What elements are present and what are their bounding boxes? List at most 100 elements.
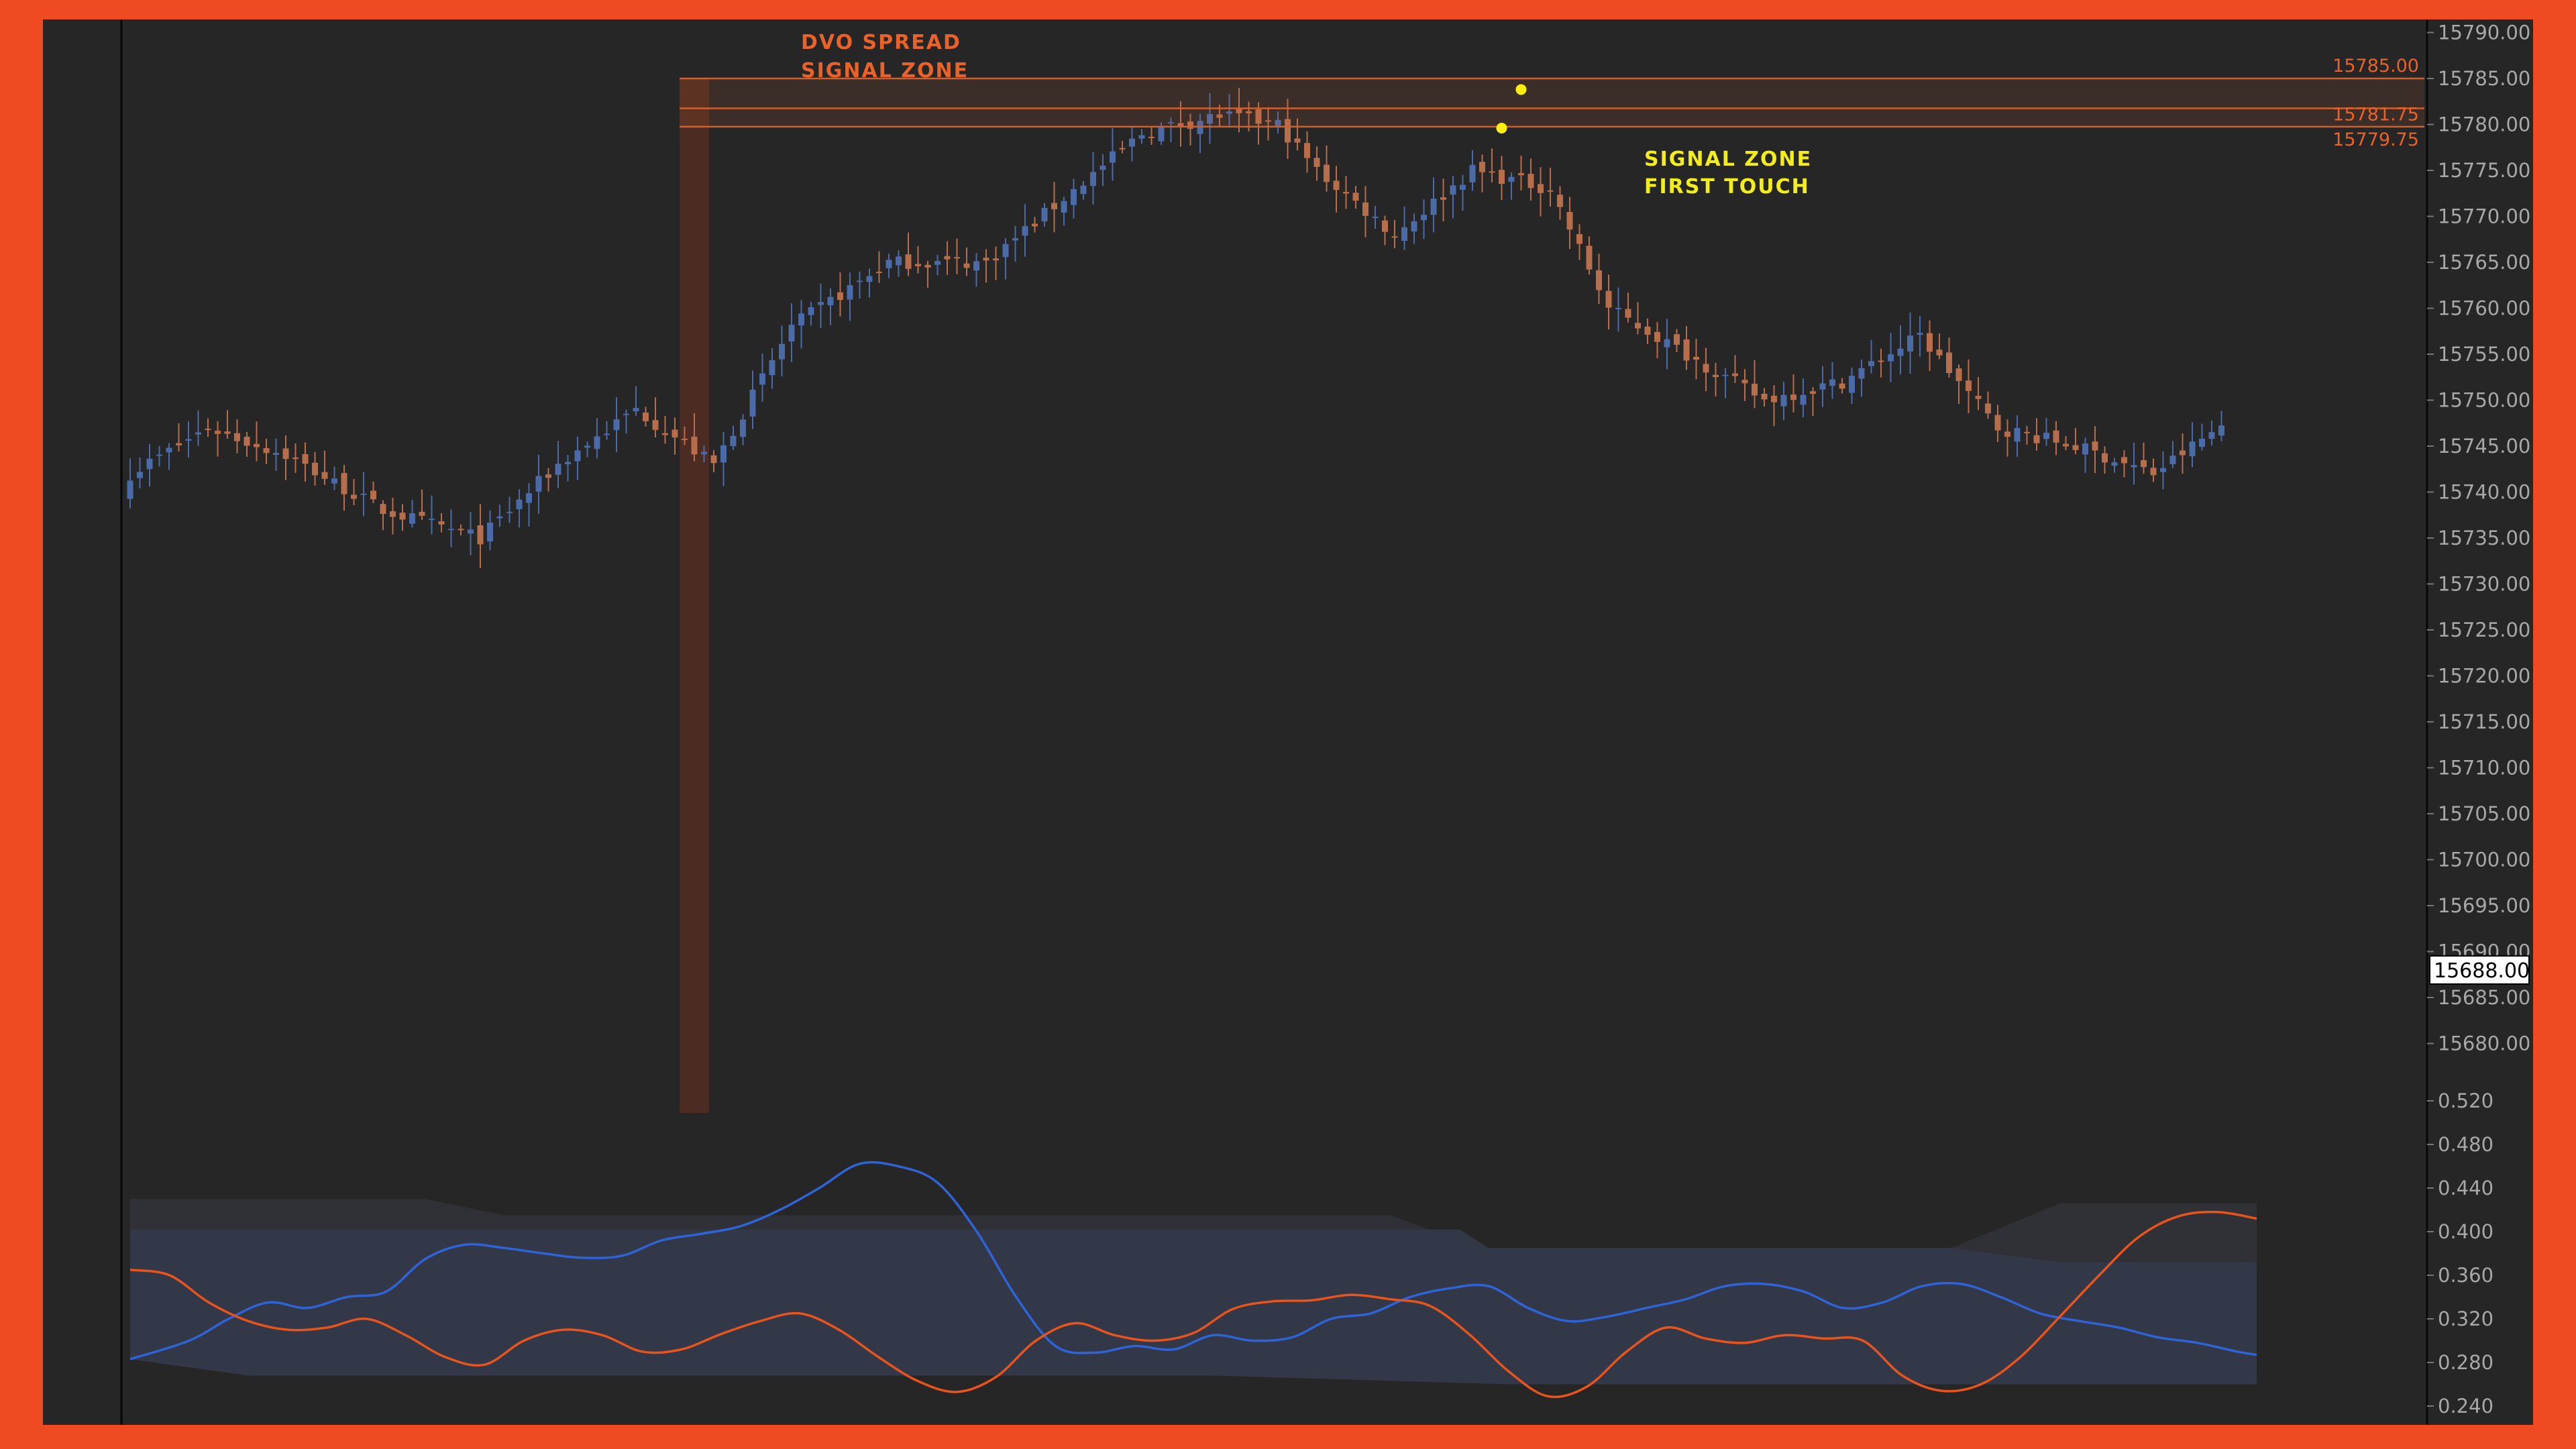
price-tick-label: 15735.00 bbox=[2438, 527, 2530, 549]
price-tick-label: 15745.00 bbox=[2438, 435, 2530, 458]
candle bbox=[1615, 287, 1621, 332]
indicator-pane bbox=[129, 1161, 2257, 1399]
candle bbox=[924, 260, 931, 288]
candle bbox=[1119, 140, 1126, 154]
price-tick-label: 15705.00 bbox=[2438, 802, 2530, 825]
candle bbox=[1518, 156, 1524, 191]
candle bbox=[1596, 254, 1602, 305]
candle bbox=[1148, 126, 1155, 145]
candle bbox=[215, 421, 221, 457]
candle bbox=[1955, 364, 1962, 405]
candle bbox=[740, 414, 746, 445]
candle bbox=[1352, 186, 1359, 209]
candle bbox=[2160, 451, 2166, 490]
candle bbox=[1790, 374, 1796, 413]
price-tick-label: 15770.00 bbox=[2438, 205, 2530, 228]
price-tick-label: 15775.00 bbox=[2438, 159, 2530, 182]
candle bbox=[351, 479, 357, 506]
candle bbox=[516, 489, 523, 528]
candle bbox=[360, 472, 367, 517]
candle bbox=[2199, 423, 2205, 451]
candle bbox=[1324, 145, 1330, 192]
candle bbox=[662, 415, 668, 444]
candle bbox=[963, 247, 970, 276]
candle bbox=[1479, 154, 1485, 193]
candle bbox=[1654, 322, 1660, 358]
candle bbox=[273, 438, 279, 472]
candle bbox=[633, 386, 639, 416]
price-tick-label: 15755.00 bbox=[2438, 343, 2530, 366]
candle bbox=[866, 268, 873, 298]
candle bbox=[652, 397, 659, 438]
candle bbox=[545, 468, 551, 492]
candle bbox=[1099, 154, 1106, 186]
candle bbox=[983, 249, 989, 283]
candle bbox=[137, 457, 143, 489]
candle bbox=[1527, 158, 1534, 201]
candle bbox=[1012, 225, 1018, 262]
candle bbox=[2189, 422, 2196, 468]
candle bbox=[1421, 199, 1427, 239]
candle bbox=[1547, 168, 1554, 207]
first-touch-marker bbox=[1496, 122, 1507, 133]
candle bbox=[857, 271, 863, 299]
candle bbox=[156, 445, 162, 467]
candle bbox=[2043, 417, 2049, 446]
candle bbox=[1489, 148, 1495, 182]
candle bbox=[720, 431, 727, 486]
candle bbox=[1469, 150, 1476, 191]
candle bbox=[438, 513, 445, 533]
candle bbox=[380, 500, 386, 531]
candle bbox=[565, 455, 571, 482]
price-tick-label: 15740.00 bbox=[2438, 481, 2530, 504]
candle bbox=[1450, 176, 1456, 219]
candle bbox=[1927, 320, 1933, 371]
candle bbox=[1586, 236, 1593, 275]
candle bbox=[1946, 337, 1952, 378]
price-tick-label: 15695.00 bbox=[2438, 894, 2530, 917]
price-tick-label: 15720.00 bbox=[2438, 665, 2530, 688]
candle bbox=[1985, 391, 1991, 419]
candle bbox=[1090, 152, 1096, 205]
candle bbox=[1819, 366, 1826, 407]
price-tick-label: 15710.00 bbox=[2438, 757, 2530, 780]
candle bbox=[1722, 368, 1729, 398]
indicator-tick-label: 0.320 bbox=[2438, 1307, 2493, 1330]
candle bbox=[1576, 224, 1582, 260]
candle bbox=[1032, 217, 1038, 233]
candle bbox=[896, 250, 902, 277]
candle bbox=[312, 451, 318, 486]
candle bbox=[847, 272, 853, 321]
candle bbox=[818, 283, 824, 328]
candle bbox=[1741, 369, 1748, 401]
price-tick-label: 15725.00 bbox=[2438, 619, 2530, 641]
candle bbox=[526, 483, 532, 527]
signal-zone-band bbox=[680, 78, 2424, 127]
touch-label-line2: FIRST TOUCH bbox=[1644, 175, 1810, 199]
chart-canvas[interactable]: 15785.00 15781.75 15779.75 15790.00 15785.0… bbox=[43, 19, 2533, 1425]
candle bbox=[2024, 425, 2030, 445]
candle bbox=[1440, 178, 1446, 222]
candle bbox=[1430, 177, 1437, 233]
candle bbox=[1858, 359, 1865, 397]
candle bbox=[643, 407, 649, 427]
candle bbox=[224, 410, 231, 439]
candle bbox=[1411, 213, 1417, 244]
candle bbox=[1605, 274, 1612, 330]
candle bbox=[185, 421, 192, 458]
candle bbox=[1129, 126, 1135, 162]
price-tick-label: 15760.00 bbox=[2438, 297, 2530, 320]
candle bbox=[2218, 411, 2224, 441]
price-tick-label: 15790.00 bbox=[2438, 21, 2530, 44]
candle bbox=[1382, 215, 1388, 246]
candle bbox=[2072, 428, 2079, 455]
candle bbox=[798, 300, 804, 349]
candle bbox=[1693, 339, 1699, 380]
indicator-tick-label: 0.520 bbox=[2438, 1089, 2493, 1112]
candle bbox=[487, 510, 493, 551]
candle bbox=[419, 489, 425, 520]
candle bbox=[1022, 204, 1028, 257]
zone-label-line1: DVO SPREAD bbox=[801, 31, 961, 54]
candle bbox=[584, 441, 590, 458]
indicator-tick-label: 0.280 bbox=[2438, 1351, 2493, 1374]
